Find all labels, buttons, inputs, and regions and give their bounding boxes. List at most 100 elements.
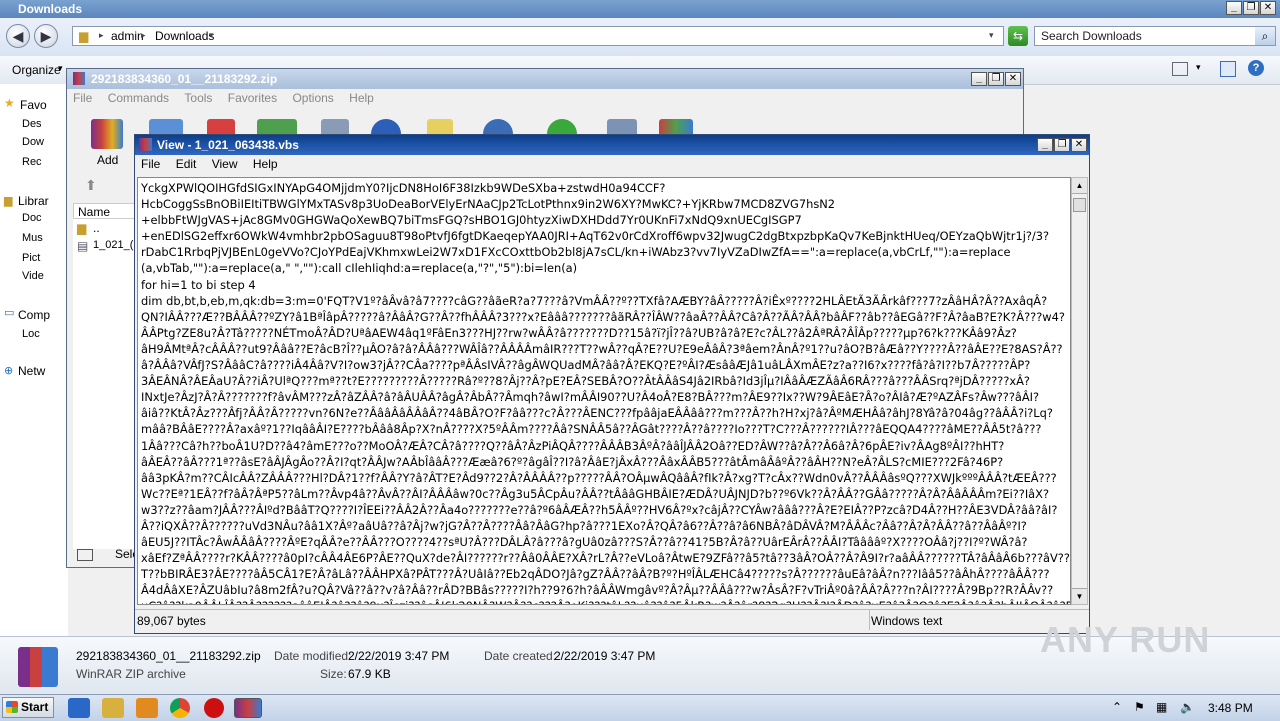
nav-videos[interactable]: Vide [22,270,44,282]
menu-file[interactable]: File [135,155,166,173]
drive-icon [77,549,93,561]
minimize-button[interactable]: _ [971,72,987,86]
file-content-line: ââ3pKÂ?m??CÂIcÂÂ?ZÂÂÂ???Hl?DÂ?1??f?ÂÂ?Y?… [141,470,1057,485]
file-content-line: HcbCoggSsBnOBiIEItiTBWGlYMxTASv8p3UoDeaB… [141,197,836,212]
opera-icon[interactable] [204,698,224,718]
search-input[interactable]: Search Downloads ⌕ [1034,26,1276,46]
chrome-icon[interactable] [170,698,190,718]
name-column-header[interactable]: Name [73,203,135,219]
chevron-down-icon[interactable]: ▾ [1196,62,1201,73]
help-icon[interactable]: ? [1248,60,1264,76]
details-modified-label: Date modified: [274,649,352,663]
address-box[interactable]: ▆ ▸ admin ▸ Downloads ▾ ▾ [72,26,1004,46]
media-player-icon[interactable] [136,698,158,718]
menu-tools[interactable]: Tools [178,89,218,107]
menu-help[interactable]: Help [247,155,284,173]
file-content-line: YckgXPWlQOIHGfdSIGxINYApG4OMjjdmY0?IjcDN… [141,181,666,195]
nav-documents[interactable]: Doc [22,212,42,224]
file-list-row-parent[interactable]: .. [93,221,100,235]
maximize-button[interactable]: ❐ [1243,1,1259,15]
maximize-button[interactable]: ❐ [1054,138,1070,152]
zip-file-icon [18,647,58,687]
viewer-title-bar: View - 1_021_063438.vbs _ ❐ ✕ [135,135,1089,155]
tray-chevron-icon[interactable]: ⌃ [1112,700,1122,714]
watermark-text: ANY RUN [1040,619,1211,660]
nav-pictures[interactable]: Pict [22,252,40,264]
nav-local-disk[interactable]: Loc [22,328,40,340]
preview-pane-icon[interactable] [1220,61,1236,77]
minimize-button[interactable]: _ [1037,138,1053,152]
winrar-taskbar-icon[interactable] [234,698,262,718]
maximize-button[interactable]: ❐ [988,72,1004,86]
viewer-title: View - 1_021_063438.vbs [157,138,299,152]
breadcrumb-downloads[interactable]: Downloads [155,29,214,43]
explorer-icon[interactable] [102,698,124,718]
tray-volume-icon[interactable]: 🔈 [1180,700,1195,714]
chevron-right-icon: ▸ [99,30,104,40]
close-button[interactable]: ✕ [1005,72,1021,86]
file-content-line: +elbbFtWJgVAS+jAc8GMv0GHGWaQoXewBQ7biTms… [141,213,802,228]
explorer-title: Downloads [18,2,83,16]
scroll-up-arrow-icon[interactable]: ▲ [1072,178,1087,194]
menu-help[interactable]: Help [343,89,380,107]
view-options-icon[interactable] [1172,62,1188,76]
nav-recent[interactable]: Rec [22,156,42,168]
file-content-line: âH9ÂMtªÂ?cÂÂÂ??ut9?Âââ??E?âcB?Î??µÂO?â?â… [141,341,1063,356]
viewer-status-bar: 89,067 bytes Windows text [135,609,1089,632]
nav-libraries[interactable]: Librar [18,194,49,208]
nav-favorites[interactable]: Favo [20,98,47,112]
menu-commands[interactable]: Commands [102,89,175,107]
file-list: ▆ .. ▤ 1_021_( [73,219,135,549]
chevron-down-icon: ▾ [58,63,63,73]
add-icon[interactable] [91,119,123,149]
file-content-line: Wc??Eª?1EÂ??f?âÂ?ÂªP5??âLm??Âvp4â??ÂvÂ??… [141,486,1050,501]
menu-edit[interactable]: Edit [170,155,203,173]
scroll-thumb[interactable] [1073,198,1086,212]
minimize-button[interactable]: _ [1226,1,1242,15]
file-list-row-vbs[interactable]: 1_021_( [93,239,133,251]
refresh-icon[interactable]: ⇆ [1008,26,1028,46]
address-dropdown-icon[interactable]: ▾ [989,30,994,41]
winrar-title-bar: 292183834360_01__21183292.zip _ ❐ ✕ [67,69,1023,89]
nav-downloads[interactable]: Dow [22,136,44,148]
navigation-pane: ★ Favo Des Dow Rec ▆ Librar Doc Mus Pict… [0,84,68,636]
tray-flag-icon[interactable]: ⚑ [1134,700,1145,714]
nav-music[interactable]: Mus [22,232,43,244]
close-button[interactable]: ✕ [1071,138,1087,152]
file-content-line: Â4dÂâXE?ÂZUâbIu?â8m2fÂ?u?QÂ?Vâ??â??v?â?Â… [141,583,1054,598]
explorer-title-bar: Downloads _ ❐ ✕ [0,0,1280,18]
details-modified-value: 2/22/2019 3:47 PM [348,649,450,663]
winrar-title: 292183834360_01__21183292.zip [91,72,278,86]
nav-desktop[interactable]: Des [22,118,42,130]
search-icon[interactable]: ⌕ [1255,27,1275,45]
nav-network[interactable]: Netw [18,364,45,378]
scroll-down-arrow-icon[interactable]: ▼ [1072,588,1087,604]
file-content-line: xâEf?ZªÂÂ????r?KÂÂ????â0pI?cÂÂ4ÂE6P?ÂE??… [141,551,1070,566]
explorer-address-bar: ◀ ▶ ▆ ▸ admin ▸ Downloads ▾ ▾ ⇆ Search D… [0,18,1280,57]
viewer-menu-bar: File Edit View Help [135,155,1089,175]
vertical-scrollbar[interactable]: ▲ ▼ [1071,177,1088,605]
tray-network-icon[interactable]: ▦ [1156,700,1167,714]
start-button[interactable]: Start [2,697,54,718]
menu-file[interactable]: File [67,89,98,107]
close-button[interactable]: ✕ [1260,1,1276,15]
chevron-down-icon[interactable]: ▾ [209,30,214,41]
breadcrumb-admin[interactable]: admin [111,29,144,43]
add-button-label[interactable]: Add [97,153,118,167]
menu-favorites[interactable]: Favorites [222,89,283,107]
menu-view[interactable]: View [206,155,244,173]
forward-button[interactable]: ▶ [34,24,58,48]
up-arrow-icon[interactable]: ⬆ [85,177,97,194]
nav-computer[interactable]: Comp [18,308,50,322]
back-button[interactable]: ◀ [6,24,30,48]
computer-icon: ▭ [4,307,15,319]
organize-button[interactable]: Organize [12,63,61,77]
ie-icon[interactable] [68,698,90,718]
file-content-line: uC?â??ka0ÂÂI ÎÂ??Â??????aââEIÂ?â??â?9x?Î… [141,598,1070,604]
script-file-icon: ▤ [77,239,89,253]
details-pane: 292183834360_01__21183292.zip Date modif… [0,619,1280,695]
file-content-text[interactable]: YckgXPWlQOIHGfdSIGxINYApG4OMjjdmY0?IjcDN… [137,177,1071,605]
menu-options[interactable]: Options [286,89,339,107]
viewer-window: View - 1_021_063438.vbs _ ❐ ✕ File Edit … [134,134,1090,634]
clock[interactable]: 3:48 PM [1208,701,1253,715]
